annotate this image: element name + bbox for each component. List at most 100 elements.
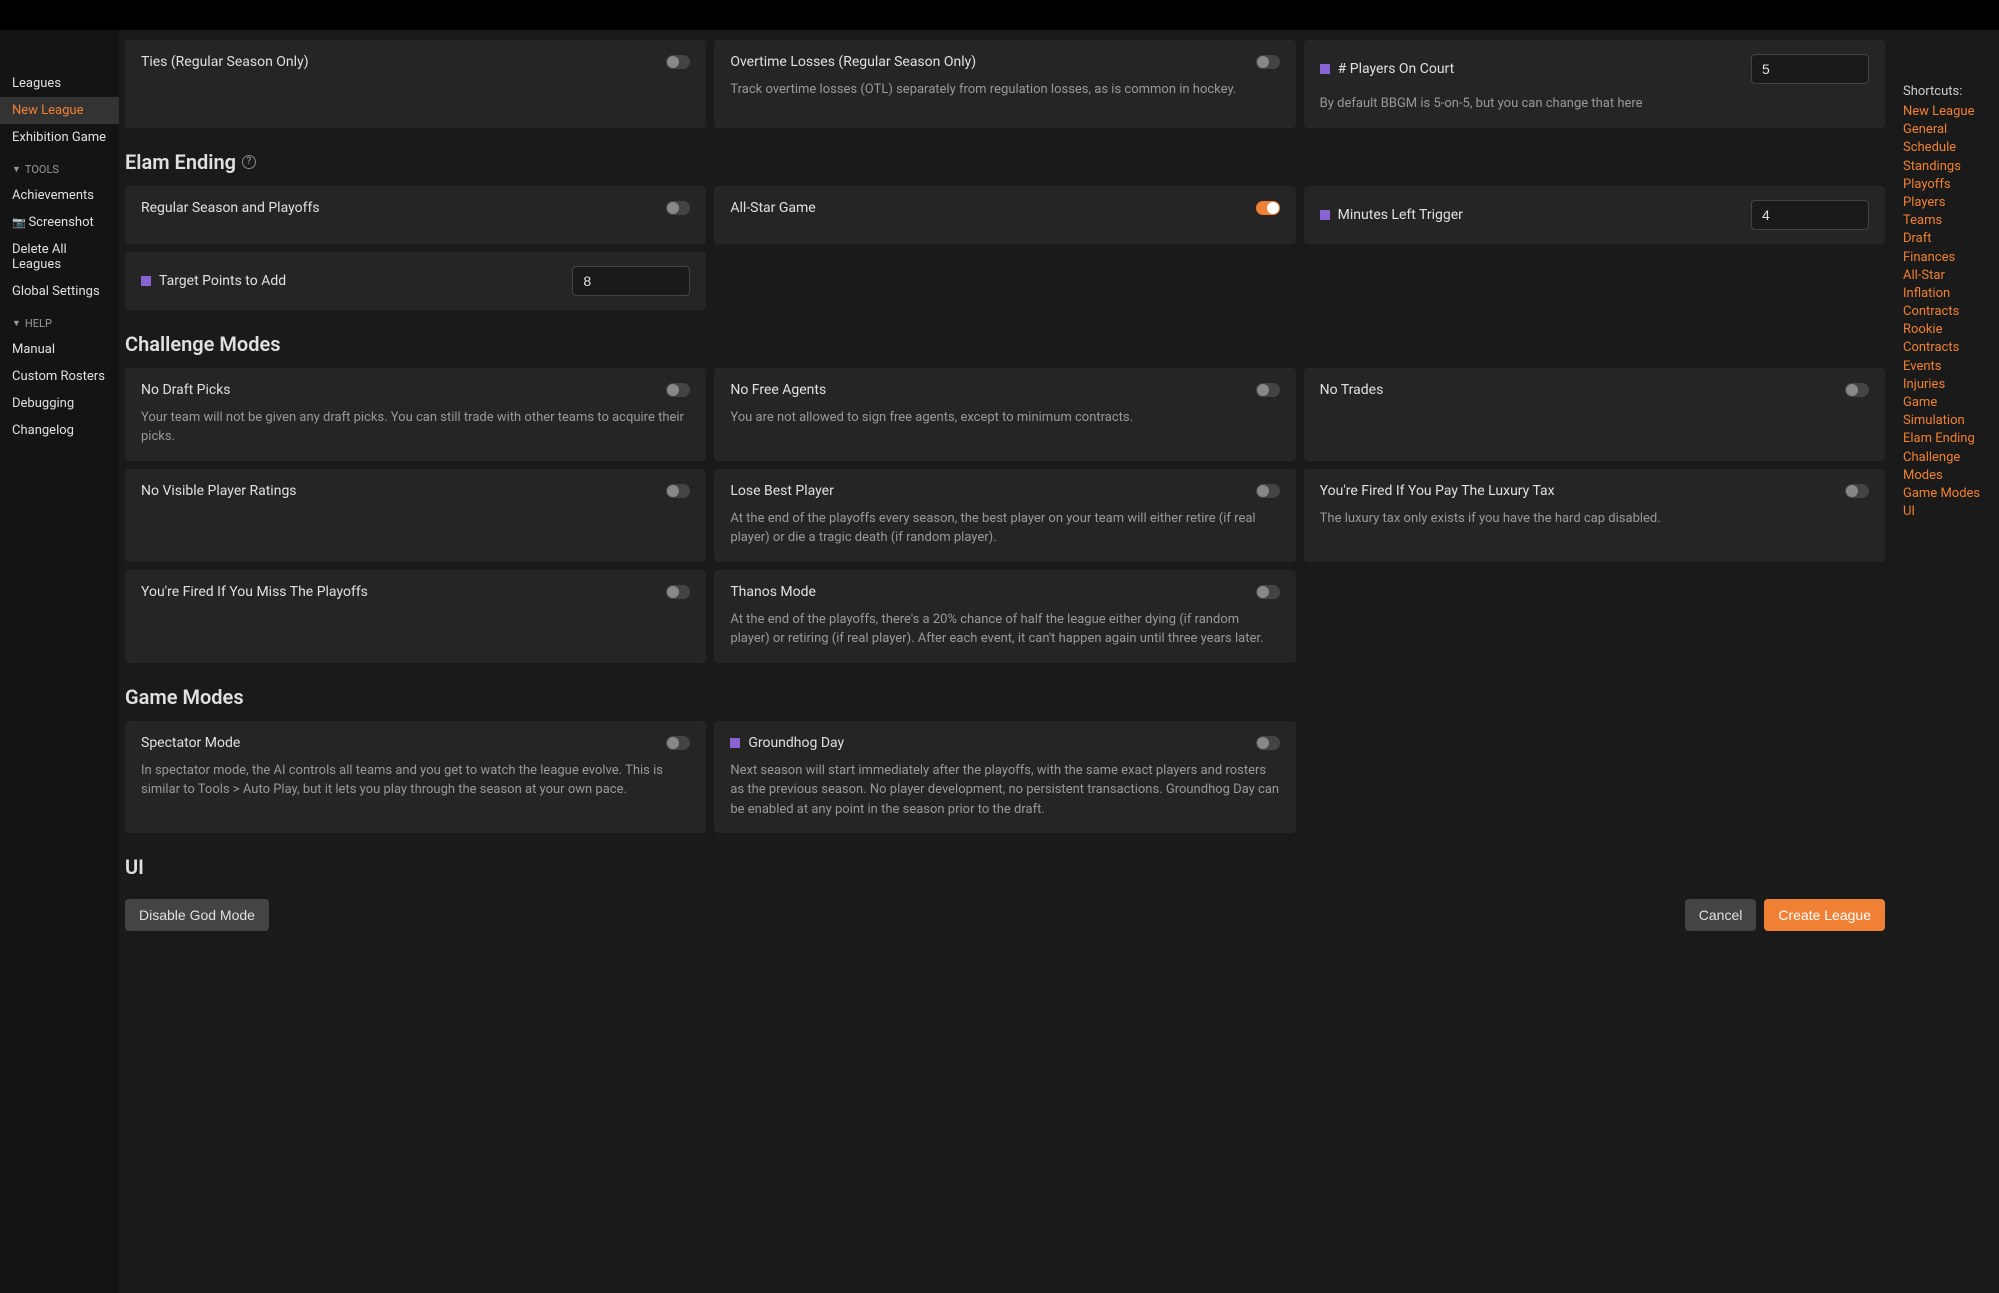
shortcut-link[interactable]: Finances bbox=[1903, 249, 1999, 267]
thanos-toggle[interactable] bbox=[1256, 585, 1280, 599]
card-elam-regular: Regular Season and Playoffs bbox=[125, 186, 706, 244]
otl-label: Overtime Losses (Regular Season Only) bbox=[730, 54, 976, 70]
sidebar-section-tools[interactable]: ▼TOOLS bbox=[0, 157, 119, 182]
shortcut-link[interactable]: Game Modes bbox=[1903, 485, 1999, 503]
no-fa-desc: You are not allowed to sign free agents,… bbox=[730, 408, 1279, 428]
shortcut-link[interactable]: Events bbox=[1903, 358, 1999, 376]
shortcut-link[interactable]: Players bbox=[1903, 194, 1999, 212]
sidebar-item-screenshot[interactable]: Screenshot bbox=[0, 209, 119, 236]
section-game-modes: Game Modes bbox=[125, 685, 1885, 709]
no-draft-desc: Your team will not be given any draft pi… bbox=[141, 408, 690, 447]
shortcuts-header: Shortcuts: bbox=[1903, 84, 1999, 99]
info-icon[interactable]: ? bbox=[242, 155, 256, 169]
fired-lux-toggle[interactable] bbox=[1845, 484, 1869, 498]
thanos-label: Thanos Mode bbox=[730, 584, 816, 600]
card-no-fa: No Free Agents You are not allowed to si… bbox=[714, 368, 1295, 461]
elam-allstar-label: All-Star Game bbox=[730, 200, 815, 216]
shortcut-link[interactable]: Elam Ending bbox=[1903, 430, 1999, 448]
players-on-court-input[interactable] bbox=[1751, 54, 1869, 84]
god-mode-indicator-icon bbox=[1320, 64, 1330, 74]
section-elam-ending: Elam Ending ? bbox=[125, 150, 1885, 174]
shortcut-link[interactable]: Inflation bbox=[1903, 285, 1999, 303]
shortcut-link[interactable]: All-Star bbox=[1903, 267, 1999, 285]
ties-toggle[interactable] bbox=[666, 55, 690, 69]
sidebar-item-custom-rosters[interactable]: Custom Rosters bbox=[0, 363, 119, 390]
card-target-points: Target Points to Add bbox=[125, 252, 706, 310]
groundhog-desc: Next season will start immediately after… bbox=[730, 761, 1279, 820]
shortcut-link[interactable]: Game Simulation bbox=[1903, 394, 1999, 430]
card-spectator: Spectator Mode In spectator mode, the AI… bbox=[125, 721, 706, 834]
cancel-button[interactable]: Cancel bbox=[1685, 899, 1757, 931]
sidebar-item-delete-all[interactable]: Delete All Leagues bbox=[0, 236, 119, 278]
elam-regular-toggle[interactable] bbox=[666, 201, 690, 215]
shortcut-link[interactable]: New League bbox=[1903, 103, 1999, 121]
shortcut-link[interactable]: Challenge Modes bbox=[1903, 449, 1999, 485]
section-challenge-modes: Challenge Modes bbox=[125, 332, 1885, 356]
no-ratings-label: No Visible Player Ratings bbox=[141, 483, 297, 499]
card-fired-playoffs: You're Fired If You Miss The Playoffs bbox=[125, 570, 706, 663]
sidebar-item-new-league[interactable]: New League bbox=[0, 97, 119, 124]
shortcut-link[interactable]: Standings bbox=[1903, 158, 1999, 176]
sidebar-item-debugging[interactable]: Debugging bbox=[0, 390, 119, 417]
fired-playoffs-toggle[interactable] bbox=[666, 585, 690, 599]
minutes-trigger-label: Minutes Left Trigger bbox=[1320, 207, 1463, 223]
shortcut-link[interactable]: Schedule bbox=[1903, 139, 1999, 157]
groundhog-toggle[interactable] bbox=[1256, 736, 1280, 750]
players-on-court-label: # Players On Court bbox=[1320, 61, 1455, 77]
shortcut-link[interactable]: Contracts bbox=[1903, 303, 1999, 321]
shortcut-link[interactable]: Teams bbox=[1903, 212, 1999, 230]
card-minutes-trigger: Minutes Left Trigger bbox=[1304, 186, 1885, 244]
no-ratings-toggle[interactable] bbox=[666, 484, 690, 498]
no-fa-toggle[interactable] bbox=[1256, 383, 1280, 397]
ties-label: Ties (Regular Season Only) bbox=[141, 54, 309, 70]
shortcut-link[interactable]: Playoffs bbox=[1903, 176, 1999, 194]
god-mode-indicator-icon bbox=[730, 738, 740, 748]
shortcut-link[interactable]: Injuries bbox=[1903, 376, 1999, 394]
sidebar-item-manual[interactable]: Manual bbox=[0, 336, 119, 363]
lose-best-label: Lose Best Player bbox=[730, 483, 834, 499]
spectator-desc: In spectator mode, the AI controls all t… bbox=[141, 761, 690, 800]
lose-best-toggle[interactable] bbox=[1256, 484, 1280, 498]
fired-lux-desc: The luxury tax only exists if you have t… bbox=[1320, 509, 1869, 529]
card-elam-allstar: All-Star Game bbox=[714, 186, 1295, 244]
card-thanos: Thanos Mode At the end of the playoffs, … bbox=[714, 570, 1295, 663]
card-fired-lux: You're Fired If You Pay The Luxury Tax T… bbox=[1304, 469, 1885, 562]
shortcut-link[interactable]: Rookie Contracts bbox=[1903, 321, 1999, 357]
card-no-trades: No Trades bbox=[1304, 368, 1885, 461]
shortcut-link[interactable]: General bbox=[1903, 121, 1999, 139]
card-lose-best: Lose Best Player At the end of the playo… bbox=[714, 469, 1295, 562]
no-draft-toggle[interactable] bbox=[666, 383, 690, 397]
sidebar-item-achievements[interactable]: Achievements bbox=[0, 182, 119, 209]
elam-allstar-toggle[interactable] bbox=[1256, 201, 1280, 215]
card-players-on-court: # Players On Court By default BBGM is 5-… bbox=[1304, 40, 1885, 128]
triangle-icon: ▼ bbox=[12, 164, 21, 175]
elam-regular-label: Regular Season and Playoffs bbox=[141, 200, 320, 216]
shortcuts-panel: Shortcuts: New LeagueGeneralScheduleStan… bbox=[1899, 30, 1999, 1293]
disable-god-mode-button[interactable]: Disable God Mode bbox=[125, 899, 269, 931]
sidebar-item-exhibition[interactable]: Exhibition Game bbox=[0, 124, 119, 151]
minutes-trigger-input[interactable] bbox=[1751, 200, 1869, 230]
god-mode-indicator-icon bbox=[1320, 210, 1330, 220]
fired-playoffs-label: You're Fired If You Miss The Playoffs bbox=[141, 584, 368, 600]
shortcut-link[interactable]: Draft bbox=[1903, 230, 1999, 248]
spectator-label: Spectator Mode bbox=[141, 735, 240, 751]
card-otl: Overtime Losses (Regular Season Only) Tr… bbox=[714, 40, 1295, 128]
section-ui: UI bbox=[125, 855, 1885, 879]
no-trades-label: No Trades bbox=[1320, 382, 1384, 398]
thanos-desc: At the end of the playoffs, there's a 20… bbox=[730, 610, 1279, 649]
card-no-ratings: No Visible Player Ratings bbox=[125, 469, 706, 562]
card-groundhog: Groundhog Day Next season will start imm… bbox=[714, 721, 1295, 834]
shortcut-link[interactable]: UI bbox=[1903, 503, 1999, 521]
no-trades-toggle[interactable] bbox=[1845, 383, 1869, 397]
no-draft-label: No Draft Picks bbox=[141, 382, 231, 398]
otl-toggle[interactable] bbox=[1256, 55, 1280, 69]
sidebar-item-leagues[interactable]: Leagues bbox=[0, 70, 119, 97]
sidebar-item-global-settings[interactable]: Global Settings bbox=[0, 278, 119, 305]
spectator-toggle[interactable] bbox=[666, 736, 690, 750]
sidebar-item-changelog[interactable]: Changelog bbox=[0, 417, 119, 444]
groundhog-label: Groundhog Day bbox=[730, 735, 844, 751]
sidebar-section-help[interactable]: ▼HELP bbox=[0, 311, 119, 336]
card-no-draft: No Draft Picks Your team will not be giv… bbox=[125, 368, 706, 461]
target-points-input[interactable] bbox=[572, 266, 690, 296]
create-league-button[interactable]: Create League bbox=[1764, 899, 1885, 931]
